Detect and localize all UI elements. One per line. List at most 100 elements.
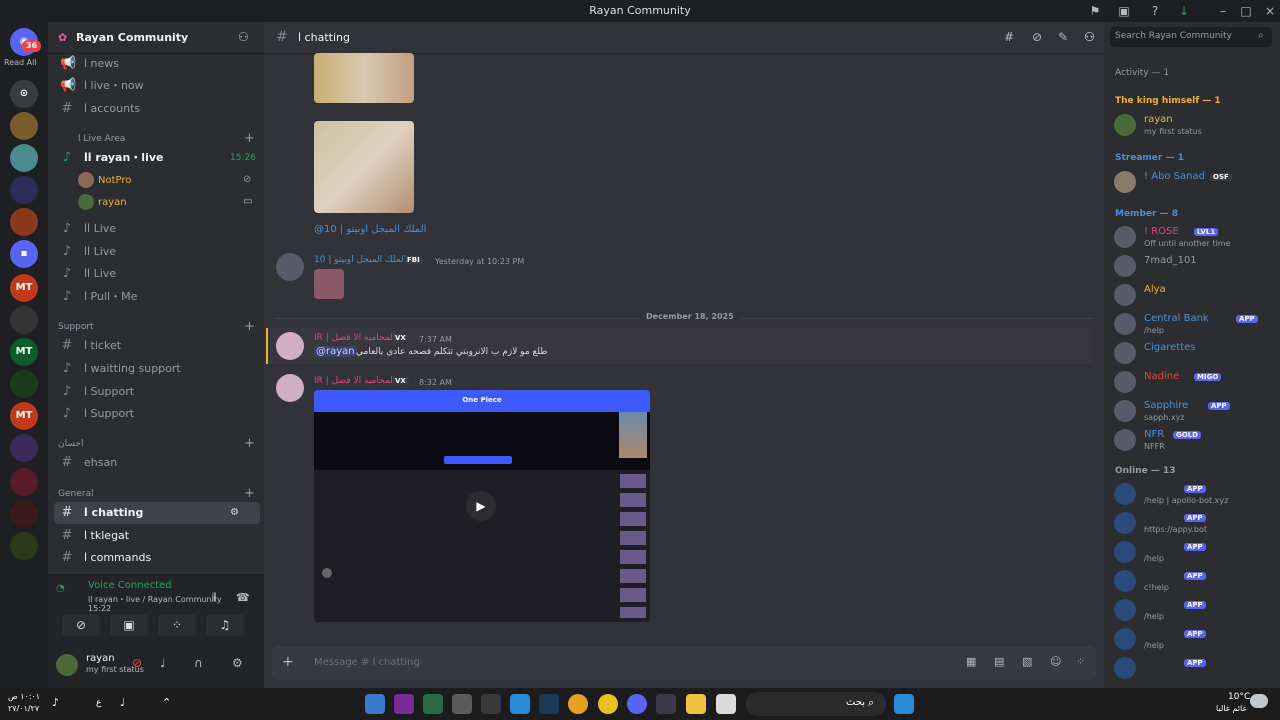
sound-icon[interactable]: ⫴: [212, 591, 217, 605]
screen-share-button[interactable]: ▣: [110, 614, 148, 636]
member-item[interactable]: 7mad_101: [1112, 251, 1278, 281]
add-channel-icon[interactable]: +: [244, 131, 255, 146]
member-item[interactable]: ! Abo Sanad OSF: [1112, 167, 1278, 197]
voice-channel[interactable]: ♪ اا Live: [54, 263, 260, 285]
camera-button[interactable]: ⊘: [62, 614, 100, 636]
member-item[interactable]: Cigarettes: [1112, 338, 1278, 368]
server-icon[interactable]: [10, 434, 38, 462]
user-mention[interactable]: @rayan: [314, 346, 357, 357]
app-icon[interactable]: [365, 694, 385, 714]
channel-chatting[interactable]: # ا chatting ⚙: [54, 502, 260, 524]
app-icon[interactable]: [510, 694, 530, 714]
member-item[interactable]: NFR GOLD NFFR: [1112, 425, 1278, 455]
online-member-item[interactable]: APP https://appy.bot: [1112, 508, 1278, 538]
server-icon[interactable]: [10, 144, 38, 172]
download-icon[interactable]: ↓: [1176, 3, 1192, 19]
avatar[interactable]: [276, 374, 304, 402]
search-box[interactable]: بحث ⌕: [746, 692, 886, 716]
channel-tklegat[interactable]: # ا tklegat: [54, 525, 260, 547]
avatar[interactable]: [276, 332, 304, 360]
online-member-item[interactable]: APP c!help: [1112, 566, 1278, 596]
explorer-icon[interactable]: [686, 694, 706, 714]
close-button[interactable]: ×: [1262, 3, 1278, 19]
pin-icon[interactable]: ✎: [1058, 30, 1068, 44]
member-item[interactable]: Central Bank APP/help: [1112, 309, 1278, 339]
server-header[interactable]: ✿ Rayan Community ⚇: [48, 22, 264, 54]
headphones-icon[interactable]: ∩: [194, 656, 203, 670]
message-author[interactable]: 10 | الملك المبجل اوبيتو: [314, 255, 406, 265]
category-support[interactable]: Support: [58, 322, 94, 332]
reply-link[interactable]: @الملك المبجل اوبيتو | 10: [314, 224, 426, 235]
app-icon[interactable]: [481, 694, 501, 714]
app-icon[interactable]: [716, 694, 736, 714]
channel-ehsan[interactable]: # ehsan: [54, 452, 260, 474]
server-icon[interactable]: [10, 500, 38, 528]
server-icon[interactable]: [10, 468, 38, 496]
mic-icon[interactable]: ♩: [160, 656, 166, 670]
voice-channel[interactable]: ♪ اا Live: [54, 241, 260, 263]
member-item[interactable]: Sapphire APP sapph.xyz: [1112, 396, 1278, 426]
channel-accounts[interactable]: # ا accounts: [54, 98, 260, 120]
app-icon[interactable]: [423, 694, 443, 714]
disconnect-icon[interactable]: ☎: [236, 591, 250, 604]
add-channel-icon[interactable]: +: [244, 319, 255, 334]
clock[interactable]: ١٠:٠١ ص: [8, 692, 40, 701]
app-icon[interactable]: [598, 694, 618, 714]
voice-channel[interactable]: ♪ اا Live: [54, 218, 260, 240]
avatar[interactable]: [276, 253, 304, 281]
start-button[interactable]: [894, 694, 914, 714]
server-icon[interactable]: [10, 112, 38, 140]
app-icon[interactable]: [394, 694, 414, 714]
online-member-item[interactable]: APP/help | apollo-bot.xyz: [1112, 479, 1278, 509]
video-attachment[interactable]: One Piece ▶: [314, 390, 650, 622]
emoji-icon[interactable]: ☺: [1050, 655, 1061, 668]
apps-icon[interactable]: ⁘: [1076, 655, 1085, 668]
threads-icon[interactable]: #: [1004, 30, 1014, 44]
online-member-item[interactable]: APP/help: [1112, 595, 1278, 625]
channel-live-now[interactable]: 📢 ا live・now: [54, 75, 260, 97]
chrome-icon[interactable]: [568, 694, 588, 714]
voice-user[interactable]: rayan: [98, 197, 127, 208]
discord-icon[interactable]: [627, 694, 647, 714]
category-live-area[interactable]: ا Live Area: [78, 134, 125, 144]
server-icon[interactable]: [10, 370, 38, 398]
gift-icon[interactable]: ▦: [966, 655, 976, 668]
online-member-item[interactable]: APP: [1112, 653, 1278, 683]
category-ehsan[interactable]: احسان: [58, 439, 83, 449]
online-member-item[interactable]: APP/help: [1112, 537, 1278, 567]
channel-ticket[interactable]: # ا ticket: [54, 335, 260, 357]
store-icon[interactable]: [656, 694, 676, 714]
activities-button[interactable]: ⁘: [158, 614, 196, 636]
folder-icon[interactable]: ▪: [10, 240, 38, 268]
read-all-link[interactable]: Read All: [4, 58, 37, 67]
activity-header[interactable]: Activity — 1: [1115, 68, 1169, 78]
member-item[interactable]: rayan my first status: [1112, 110, 1278, 140]
add-attachment-icon[interactable]: +: [282, 654, 294, 670]
message-author[interactable]: IR | المحاميه الا فضل: [314, 376, 395, 386]
settings-app-icon[interactable]: [452, 694, 472, 714]
soundboard-button[interactable]: ♫: [206, 614, 244, 636]
play-icon[interactable]: ▶: [466, 491, 496, 521]
channel-waitting-support[interactable]: ♪ ا waitting support: [54, 358, 260, 380]
add-channel-icon[interactable]: +: [244, 436, 255, 451]
language-indicator[interactable]: ع: [96, 698, 101, 708]
image-attachment[interactable]: [314, 53, 414, 103]
minimize-button[interactable]: –: [1215, 3, 1231, 19]
channel-support[interactable]: ♪ ا Support: [54, 381, 260, 403]
weather-desc[interactable]: غائم غالبا: [1216, 704, 1247, 713]
inbox-icon[interactable]: ⚑: [1087, 3, 1103, 19]
search-input[interactable]: Search Rayan Community ⌕: [1110, 27, 1272, 47]
composer[interactable]: + Message # ا chatting ▦ ▤ ▧ ☺ ⁘: [272, 646, 1096, 680]
server-icon[interactable]: MT: [10, 274, 38, 302]
member-item[interactable]: ! ROSE LVL1 Off until another time: [1112, 222, 1278, 252]
notifications-off-icon[interactable]: ⊘: [1032, 30, 1042, 44]
server-icon[interactable]: MT: [10, 402, 38, 430]
server-icon[interactable]: [10, 306, 38, 334]
category-general[interactable]: General: [58, 489, 93, 499]
sticker-icon[interactable]: ▧: [1022, 655, 1032, 668]
volume-icon[interactable]: ♪: [52, 696, 59, 709]
server-icon[interactable]: [10, 176, 38, 204]
voice-channel-rayan-live[interactable]: ♪ اا rayan・live 15:26: [54, 147, 260, 169]
notification-icon[interactable]: ▣: [1116, 3, 1132, 19]
server-icon[interactable]: MT: [10, 338, 38, 366]
